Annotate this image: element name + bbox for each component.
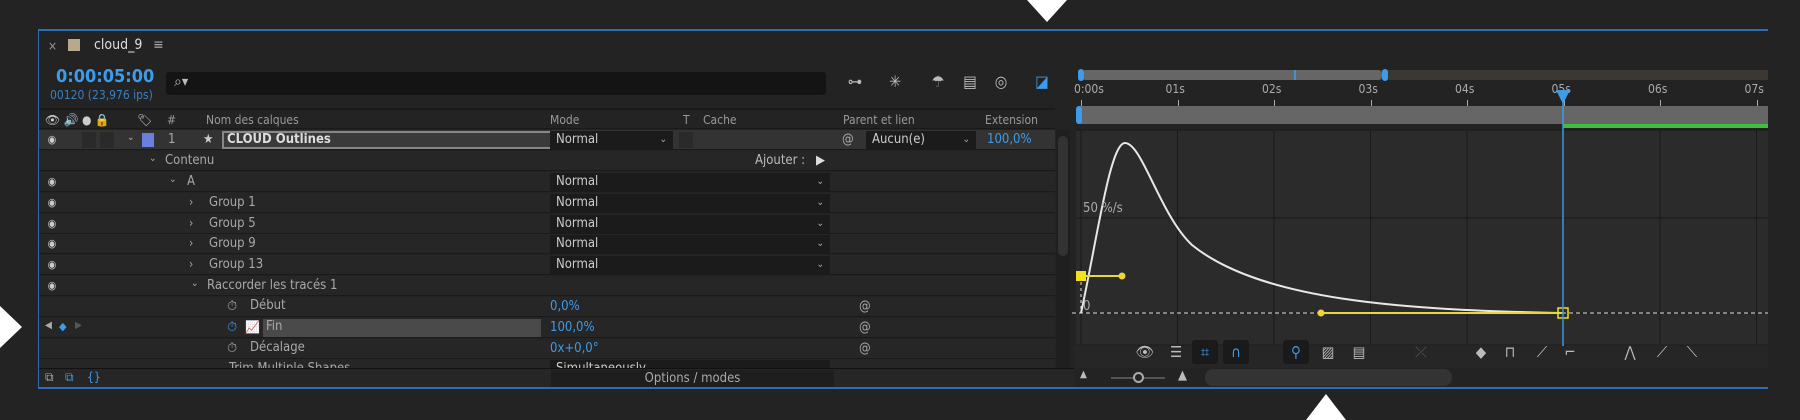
- easy-ease-icon[interactable]: ⋀: [1617, 340, 1643, 364]
- graph-background: [1076, 130, 1768, 344]
- bezier-handle: [1317, 309, 1325, 317]
- snap-icon[interactable]: ∩: [1223, 340, 1249, 364]
- zoom-in-icon[interactable]: ▲: [1178, 368, 1187, 383]
- keyframe-start: [1076, 271, 1086, 281]
- separate-dimensions-icon: ⤫: [1414, 343, 1427, 361]
- ease-out-icon[interactable]: ⟍: [1679, 340, 1705, 364]
- fit-selection-icon[interactable]: ▨: [1315, 340, 1341, 364]
- transform-box-icon[interactable]: ⌗: [1192, 340, 1218, 364]
- ease-in-icon[interactable]: ⟋: [1649, 340, 1675, 364]
- linear-icon[interactable]: ⟋: [1529, 340, 1555, 364]
- horizontal-scrollbar[interactable]: [1205, 369, 1452, 386]
- graph-zero-label: 0: [1083, 299, 1091, 314]
- cti-head-icon: [1556, 90, 1570, 104]
- graph-y-label: 50 %/s: [1083, 201, 1123, 216]
- fit-all-icon[interactable]: ▤: [1346, 340, 1372, 364]
- graph-grid: [1076, 129, 1768, 344]
- auto-zoom-icon[interactable]: ⚲: [1283, 340, 1309, 364]
- show-properties-icon[interactable]: 👁: [1132, 340, 1158, 364]
- hold-icon[interactable]: ⊓: [1497, 340, 1523, 364]
- zoom-out-icon[interactable]: ▲: [1080, 369, 1087, 380]
- auto-bezier-icon[interactable]: ⌐: [1557, 340, 1583, 364]
- zoom-slider-thumb[interactable]: [1133, 372, 1144, 383]
- bezier-handle: [1118, 272, 1126, 280]
- edit-keyframe-icon[interactable]: ◆: [1468, 340, 1494, 364]
- graph-options-icon[interactable]: ☰: [1163, 340, 1189, 364]
